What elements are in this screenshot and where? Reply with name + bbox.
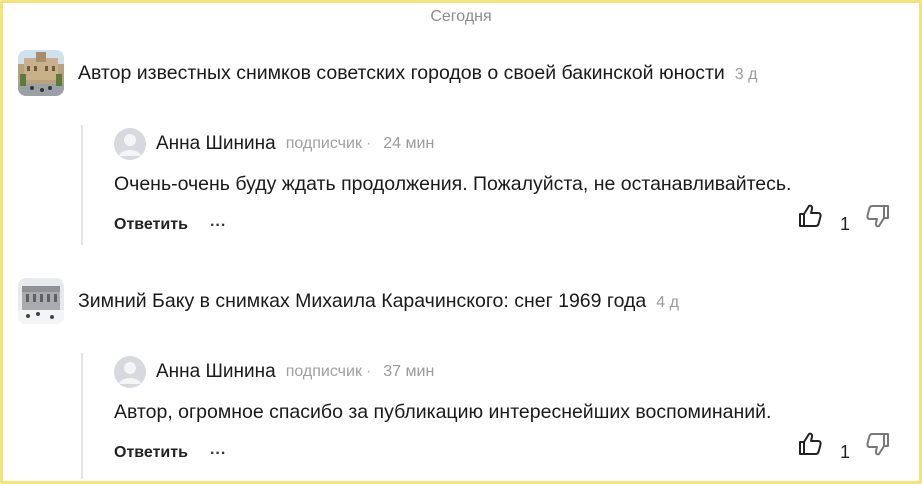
comment: Анна Шинина подписчик · 24 мин Очень-оче… [114, 128, 892, 238]
thread-line [81, 125, 83, 245]
article-age: 3 д [734, 66, 758, 83]
article-thumbnail [18, 278, 64, 324]
author-role: подписчик [285, 363, 362, 380]
comment-time: 24 мин [383, 135, 435, 152]
like-button[interactable] [796, 432, 824, 460]
thumbs-up-icon [797, 431, 823, 462]
avatar[interactable] [114, 128, 146, 160]
dislike-button[interactable] [864, 432, 892, 460]
thread-line [81, 353, 83, 479]
article-link[interactable]: Зимний Баку в снимках Михаила Карачинско… [18, 278, 679, 324]
separator-dot: · [365, 363, 372, 380]
like-button[interactable] [796, 204, 824, 232]
article-age: 4 д [656, 294, 679, 311]
reply-button[interactable]: Ответить [114, 444, 188, 462]
reply-button[interactable]: Ответить [114, 216, 188, 234]
like-count: 1 [839, 213, 850, 234]
article-link[interactable]: Автор известных снимков советских городо… [18, 50, 757, 96]
dislike-button[interactable] [864, 204, 892, 232]
comment-author[interactable]: Анна Шинина [156, 361, 276, 383]
thumbs-up-icon [797, 203, 823, 234]
comment-text: Автор, огромное спасибо за публикацию ин… [114, 401, 772, 423]
comment-text: Очень-очень буду ждать продолжения. Пожа… [114, 173, 792, 195]
author-role: подписчик [285, 135, 362, 152]
comment: Анна Шинина подписчик · 37 мин Автор, ог… [114, 356, 892, 466]
thumbs-down-icon [865, 203, 891, 234]
article-title: Автор известных снимков советских городо… [78, 61, 725, 84]
like-count: 1 [839, 441, 850, 462]
article-thumbnail [18, 50, 64, 96]
separator-dot: · [365, 135, 372, 152]
day-separator: Сегодня [430, 8, 492, 25]
comment-time: 37 мин [383, 363, 435, 380]
thumbs-down-icon [865, 431, 891, 462]
article-title: Зимний Баку в снимках Михаила Карачинско… [78, 289, 647, 312]
avatar[interactable] [114, 356, 146, 388]
comment-author[interactable]: Анна Шинина [156, 133, 276, 155]
more-options-button[interactable]: ... [210, 213, 226, 231]
more-options-button[interactable]: ... [210, 441, 226, 459]
